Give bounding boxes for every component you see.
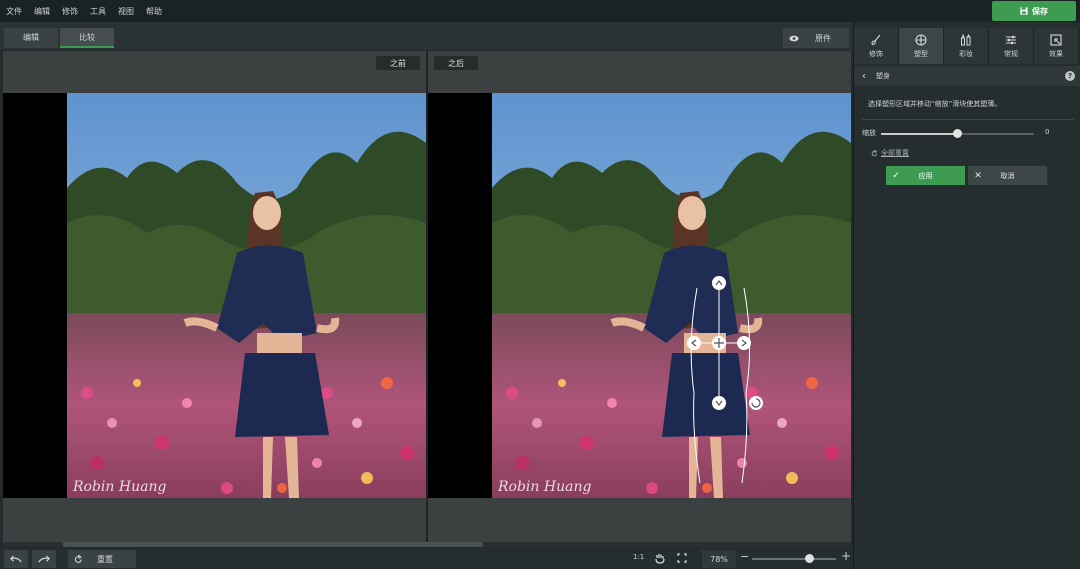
original-label: 原件 bbox=[815, 33, 831, 43]
cancel-button[interactable]: ✕ 取消 bbox=[968, 166, 1047, 185]
letterbox bbox=[428, 93, 492, 498]
menu-view[interactable]: 视图 bbox=[118, 6, 134, 17]
fit-screen-icon[interactable] bbox=[677, 553, 687, 563]
menu-tools[interactable]: 工具 bbox=[90, 6, 106, 17]
instruction-text: 选择塑形区域并移动“缩放”滑块使其塑薄。 bbox=[868, 100, 1002, 108]
view-tab-bar: 编辑 比较 原件 bbox=[0, 22, 853, 50]
before-photo: Robin Huang bbox=[67, 93, 426, 498]
save-label: 保存 bbox=[1032, 6, 1048, 16]
section-header: ‹ 塑身 ? bbox=[854, 66, 1080, 86]
reshape-icon bbox=[915, 33, 927, 46]
undo-button[interactable] bbox=[4, 550, 28, 568]
scale-value: 0 bbox=[1045, 128, 1050, 136]
tab-compare[interactable]: 比较 bbox=[60, 28, 114, 48]
divider bbox=[862, 119, 1074, 120]
save-icon bbox=[1020, 7, 1028, 15]
sliders-icon bbox=[1006, 35, 1016, 44]
reset-button[interactable]: 重置 bbox=[68, 550, 136, 568]
original-button[interactable]: 原件 bbox=[783, 28, 849, 48]
cancel-label: 取消 bbox=[1000, 171, 1015, 180]
menu-edit[interactable]: 编辑 bbox=[34, 6, 50, 17]
watermark-text: Robin Huang bbox=[497, 479, 591, 495]
tab-edit[interactable]: 编辑 bbox=[4, 28, 58, 48]
undo-icon bbox=[10, 555, 22, 563]
reset-label: 重置 bbox=[97, 554, 113, 564]
save-button[interactable]: 保存 bbox=[992, 1, 1076, 21]
reset-icon bbox=[74, 554, 82, 563]
panel-tabs: 修饰 塑型 彩妆 常规 效果 bbox=[854, 28, 1080, 64]
tab-general[interactable]: 常规 bbox=[989, 28, 1034, 64]
reset-icon bbox=[871, 149, 878, 156]
after-photo: Robin Huang bbox=[492, 93, 851, 498]
after-label: 之后 bbox=[434, 56, 478, 70]
help-icon[interactable]: ? bbox=[1065, 71, 1075, 81]
makeup-icon bbox=[961, 33, 971, 45]
after-pane: 之后 Robin Huang bbox=[428, 51, 851, 542]
before-pane: 之前 Robin Huang bbox=[3, 51, 426, 542]
tab-retouch[interactable]: 修饰 bbox=[854, 28, 899, 64]
menu-retouch[interactable]: 修饰 bbox=[62, 6, 78, 17]
before-label: 之前 bbox=[376, 56, 420, 70]
pan-hand-icon[interactable] bbox=[655, 553, 665, 564]
brush-icon bbox=[871, 34, 881, 45]
close-icon: ✕ bbox=[974, 170, 982, 181]
reset-all-label: 全部重置 bbox=[881, 149, 909, 157]
compare-canvas: 之前 Robin Huang 之后 Robin Huang bbox=[3, 51, 851, 542]
scale-slider-fill bbox=[881, 133, 957, 135]
actual-size-button[interactable]: 1:1 bbox=[633, 553, 644, 561]
tab-general-label: 常规 bbox=[1004, 49, 1018, 58]
menu-help[interactable]: 帮助 bbox=[146, 6, 162, 17]
horizontal-scrollbar[interactable] bbox=[3, 542, 851, 547]
section-title: 塑身 bbox=[876, 72, 890, 80]
effects-icon bbox=[1050, 33, 1062, 46]
tab-effects[interactable]: 效果 bbox=[1034, 28, 1079, 64]
tab-makeup[interactable]: 彩妆 bbox=[944, 28, 989, 64]
menu-bar: 文件 编辑 修饰 工具 视图 帮助 保存 bbox=[0, 0, 1080, 22]
bottom-toolbar: 重置 1:1 78% − + bbox=[0, 548, 853, 569]
back-chevron-icon[interactable]: ‹ bbox=[862, 71, 866, 82]
apply-button[interactable]: ✓ 应用 bbox=[886, 166, 965, 185]
zoom-slider[interactable] bbox=[752, 558, 836, 560]
tab-retouch-label: 修饰 bbox=[869, 49, 883, 58]
zoom-out-button[interactable]: − bbox=[740, 550, 749, 563]
zoom-in-button[interactable]: + bbox=[841, 549, 851, 563]
tab-reshape-label: 塑型 bbox=[914, 49, 928, 58]
zoom-slider-knob[interactable] bbox=[805, 554, 814, 563]
tab-reshape[interactable]: 塑型 bbox=[899, 28, 944, 64]
zoom-percent: 78% bbox=[710, 554, 728, 564]
right-panel: 修饰 塑型 彩妆 常规 效果 ‹ 塑身 ? 选择塑形区域并移动“缩放”滑块使其塑… bbox=[853, 22, 1080, 569]
zoom-value[interactable]: 78% bbox=[702, 550, 736, 568]
app-window: 文件 编辑 修饰 工具 视图 帮助 保存 编辑 比较 原件 之前 Robin H… bbox=[0, 0, 1080, 569]
menu-file[interactable]: 文件 bbox=[6, 6, 22, 17]
watermark-text: Robin Huang bbox=[72, 479, 166, 495]
tab-effects-label: 效果 bbox=[1049, 49, 1063, 58]
scrollbar-thumb[interactable] bbox=[63, 542, 483, 547]
eye-icon bbox=[789, 35, 799, 41]
redo-button[interactable] bbox=[32, 550, 56, 568]
check-icon: ✓ bbox=[892, 170, 900, 181]
apply-label: 应用 bbox=[918, 171, 933, 180]
redo-icon bbox=[38, 555, 50, 563]
scale-label: 缩放 bbox=[862, 129, 876, 137]
scale-slider-knob[interactable] bbox=[953, 129, 962, 138]
tab-makeup-label: 彩妆 bbox=[959, 49, 973, 58]
reset-all-link[interactable]: 全部重置 bbox=[871, 148, 909, 158]
letterbox bbox=[3, 93, 67, 498]
